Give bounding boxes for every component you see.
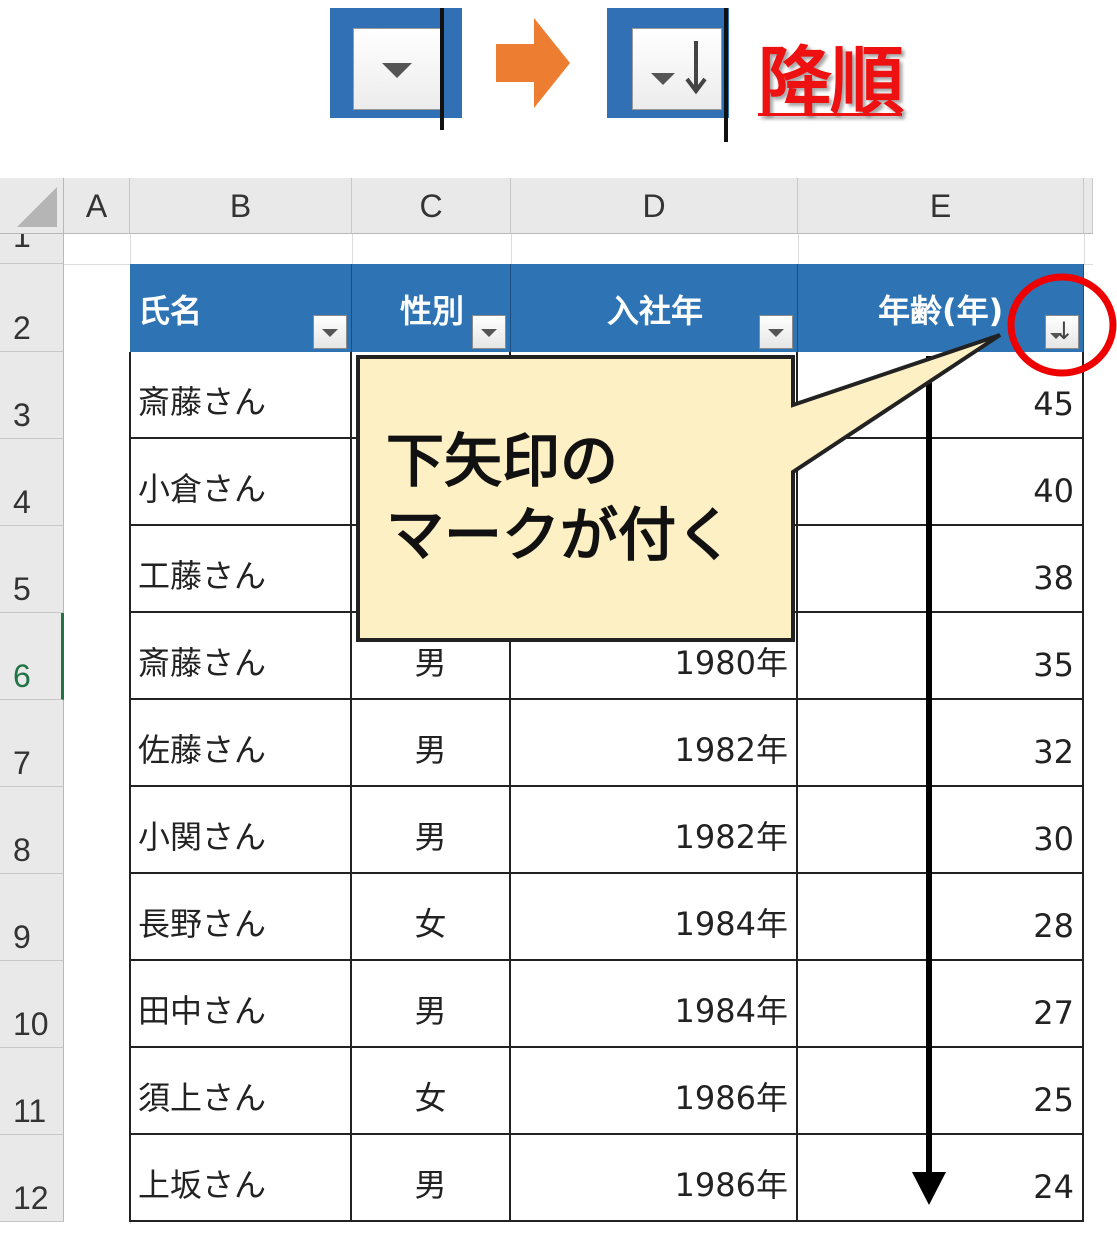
callout-line-2: マークが付く: [386, 501, 734, 569]
callout-text-layer: 下矢印の マークが付く: [386, 427, 734, 569]
callout-line-1: 下矢印の: [386, 427, 618, 495]
highlight-circle: [1007, 273, 1117, 377]
